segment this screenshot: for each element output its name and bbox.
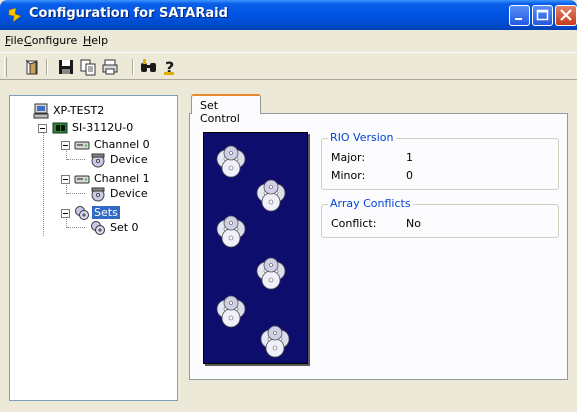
tab-set-control[interactable]: Set Control xyxy=(191,94,261,125)
array-conflicts-group: Array Conflicts Conflict: No xyxy=(321,197,559,238)
array-conflicts-title: Array Conflicts xyxy=(328,197,413,210)
find-icon[interactable] xyxy=(140,58,158,76)
rio-version-title: RIO Version xyxy=(328,131,396,144)
conflict-label: Conflict: xyxy=(331,217,377,230)
tree-node-channel-0[interactable]: Channel 0 xyxy=(74,137,164,153)
minor-label: Minor: xyxy=(331,169,366,182)
toolbar: ? xyxy=(0,52,577,80)
disc-icon xyxy=(256,257,286,290)
major-label: Major: xyxy=(331,151,366,164)
device-disc-icon xyxy=(91,153,105,168)
major-value: 1 xyxy=(406,151,413,164)
menu-help[interactable]: Help xyxy=(83,34,108,47)
tree-connector xyxy=(67,227,85,228)
disc-icon xyxy=(260,325,290,358)
disc-stack-graphic xyxy=(216,145,290,358)
drive-channel-icon xyxy=(74,175,90,184)
collapse-toggle[interactable] xyxy=(61,175,70,184)
title-bar[interactable]: Configuration for SATARaid xyxy=(0,0,577,30)
tree-node-channel-1[interactable]: Channel 1 xyxy=(74,171,164,187)
help-icon[interactable]: ? xyxy=(161,58,179,76)
tree-node-set-0[interactable]: Set 0 xyxy=(90,220,160,236)
tree-node-controller[interactable]: SI-3112U-0 xyxy=(52,120,162,136)
tree-node-device-0[interactable]: Device xyxy=(90,152,170,168)
tree-connector xyxy=(67,193,85,194)
disc-icon xyxy=(216,145,246,178)
disc-set-icon xyxy=(75,206,89,220)
close-icon xyxy=(560,9,572,21)
close-button[interactable] xyxy=(555,5,577,26)
minimize-button[interactable] xyxy=(509,5,530,26)
menu-configure[interactable]: Configure xyxy=(24,34,77,47)
conflict-value: No xyxy=(406,217,421,230)
device-tree[interactable]: XP-TEST2 SI-3112U-0 Channel 0 Device Cha… xyxy=(9,95,178,401)
tree-connector xyxy=(43,130,44,236)
tree-label-channel-0: Channel 0 xyxy=(94,138,150,151)
computer-icon xyxy=(33,103,49,119)
toolbar-separator xyxy=(132,59,134,75)
disc-icon xyxy=(256,179,286,212)
tab-label: Set Control xyxy=(200,99,240,125)
app-window: Configuration for SATARaid File Configur… xyxy=(0,0,577,412)
disc-icon xyxy=(216,215,246,248)
drive-channel-icon xyxy=(74,141,90,150)
tree-connector xyxy=(67,159,85,160)
raid-illustration xyxy=(203,132,308,364)
disc-set-icon xyxy=(91,221,105,235)
collapse-toggle[interactable] xyxy=(61,141,70,150)
tree-node-device-1[interactable]: Device xyxy=(90,186,170,202)
collapse-toggle[interactable] xyxy=(61,209,70,218)
device-disc-icon xyxy=(91,187,105,202)
app-icon xyxy=(8,7,22,23)
minimize-icon xyxy=(515,18,522,20)
copy-icon[interactable] xyxy=(79,58,97,76)
tree-label-channel-1: Channel 1 xyxy=(94,172,150,185)
maximize-icon xyxy=(536,9,549,21)
tree-label-controller: SI-3112U-0 xyxy=(72,121,134,134)
menu-bar: File Configure Help xyxy=(0,30,577,50)
menu-file[interactable]: File xyxy=(5,34,23,47)
tree-label-device-1: Device xyxy=(110,187,148,200)
minor-value: 0 xyxy=(406,169,413,182)
tree-label-computer: XP-TEST2 xyxy=(53,104,105,117)
tree-node-computer[interactable]: XP-TEST2 xyxy=(33,103,153,119)
print-icon[interactable] xyxy=(101,58,119,76)
tree-label-set-0: Set 0 xyxy=(110,221,139,234)
toolbar-separator xyxy=(46,59,48,75)
rio-version-group: RIO Version Major: 1 Minor: 0 xyxy=(321,131,559,190)
exit-icon[interactable] xyxy=(24,58,42,76)
tree-label-sets: Sets xyxy=(92,206,120,219)
maximize-button[interactable] xyxy=(532,5,553,26)
disc-icon xyxy=(216,295,246,328)
controller-chip-icon xyxy=(52,122,68,134)
collapse-toggle[interactable] xyxy=(38,124,47,133)
window-title: Configuration for SATARaid xyxy=(29,6,228,21)
toolbar-grip[interactable] xyxy=(4,57,7,77)
tree-node-sets[interactable]: Sets xyxy=(74,205,134,221)
tree-label-device-0: Device xyxy=(110,153,148,166)
save-icon[interactable] xyxy=(57,58,75,76)
